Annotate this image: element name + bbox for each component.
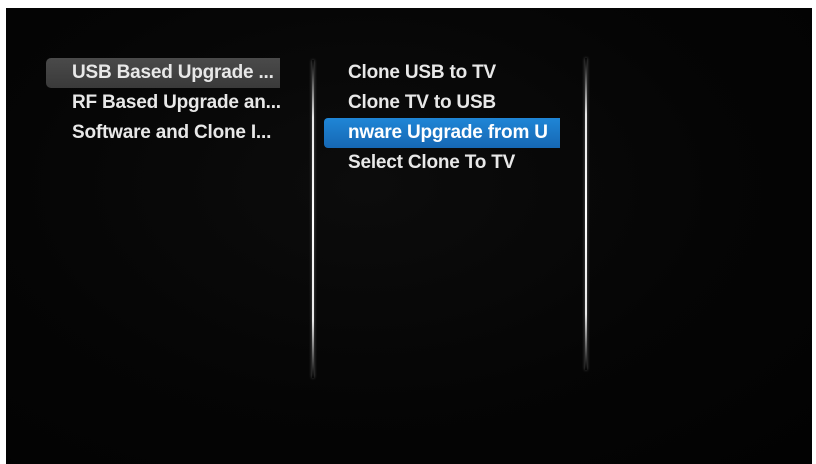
menu-column-middle: Clone USB to TV Clone TV to USB nware Up… [324, 58, 560, 178]
menu-item-software-and-clone-info[interactable]: Software and Clone I... [46, 118, 296, 148]
photo-border-right [812, 0, 816, 464]
menu-column-left: USB Based Upgrade ... RF Based Upgrade a… [46, 58, 296, 148]
tv-screen: USB Based Upgrade ... RF Based Upgrade a… [0, 0, 816, 464]
photo-border-left [0, 0, 6, 464]
menu-item-select-clone-to-tv[interactable]: Select Clone To TV [324, 148, 560, 178]
photo-border-top [0, 0, 816, 8]
menu-item-clone-tv-to-usb[interactable]: Clone TV to USB [324, 88, 560, 118]
column-divider-right [585, 58, 587, 370]
menu-item-usb-based-upgrade[interactable]: USB Based Upgrade ... [46, 58, 280, 88]
menu-item-clone-usb-to-tv[interactable]: Clone USB to TV [324, 58, 560, 88]
menu-item-rf-based-upgrade[interactable]: RF Based Upgrade an... [46, 88, 296, 118]
menu-item-firmware-upgrade-from-usb[interactable]: nware Upgrade from U [324, 118, 560, 148]
column-divider-left [312, 60, 314, 378]
